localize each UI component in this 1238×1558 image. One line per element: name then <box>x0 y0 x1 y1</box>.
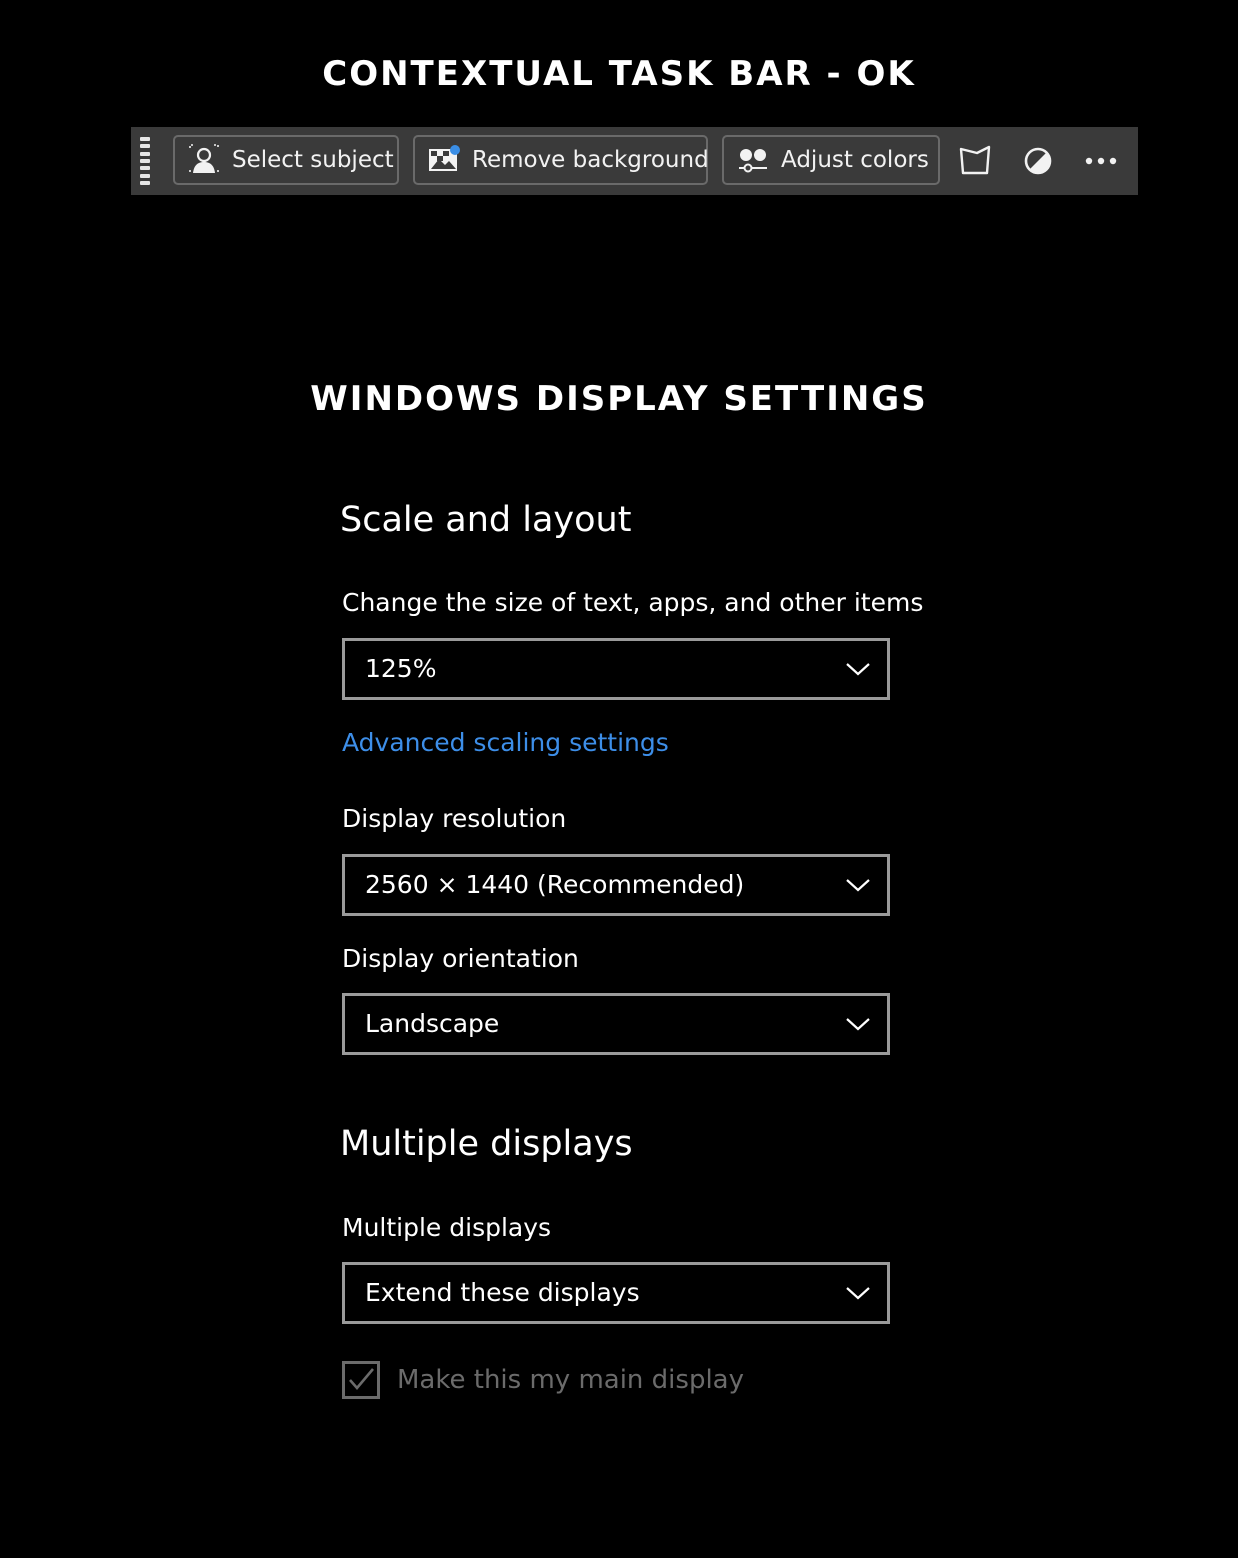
resolution-dropdown[interactable]: 2560 × 1440 (Recommended) <box>342 854 890 916</box>
multiple-displays-label: Multiple displays <box>342 1213 552 1242</box>
select-subject-label: Select subject <box>232 147 394 173</box>
scale-dropdown[interactable]: 125% <box>342 638 890 700</box>
adjust-colors-label: Adjust colors <box>781 147 929 173</box>
remove-background-button[interactable]: Remove background <box>413 135 709 185</box>
display-orientation-label: Display orientation <box>342 944 579 973</box>
orientation-value: Landscape <box>365 1009 500 1038</box>
transform-button[interactable] <box>955 141 995 181</box>
scale-value: 125% <box>365 654 437 683</box>
chevron-down-icon <box>846 1018 870 1031</box>
main-display-checkbox[interactable] <box>342 1361 380 1399</box>
advanced-scaling-link[interactable]: Advanced scaling settings <box>342 728 669 757</box>
adjust-colors-icon <box>736 144 770 176</box>
multiple-displays-value: Extend these displays <box>365 1278 640 1307</box>
multiple-displays-title: Multiple displays <box>340 1124 633 1164</box>
select-subject-button[interactable]: Select subject <box>173 135 399 185</box>
transform-icon <box>959 145 991 175</box>
chevron-down-icon <box>846 879 870 892</box>
checkmark-icon <box>349 1368 374 1390</box>
image-remove-background-icon <box>427 144 461 176</box>
person-select-icon <box>187 144 221 176</box>
multiple-displays-dropdown[interactable]: Extend these displays <box>342 1262 890 1324</box>
text-size-label: Change the size of text, apps, and other… <box>342 588 924 617</box>
chevron-down-icon <box>846 663 870 676</box>
taskbar-section-heading: CONTEXTUAL TASK BAR - OK <box>322 54 916 94</box>
more-icon <box>1085 157 1117 165</box>
chevron-down-icon <box>846 1287 870 1300</box>
main-display-checkbox-row: Make this my main display <box>342 1360 744 1400</box>
display-resolution-label: Display resolution <box>342 804 567 833</box>
resolution-value: 2560 × 1440 (Recommended) <box>365 870 745 899</box>
remove-background-label: Remove background <box>472 147 709 173</box>
main-display-checkbox-label: Make this my main display <box>397 1365 744 1395</box>
adjust-colors-button[interactable]: Adjust colors <box>722 135 940 185</box>
scale-and-layout-title: Scale and layout <box>340 500 632 540</box>
drag-handle-icon[interactable] <box>140 137 150 185</box>
display-settings-section-heading: WINDOWS DISPLAY SETTINGS <box>310 379 928 419</box>
orientation-dropdown[interactable]: Landscape <box>342 993 890 1055</box>
contextual-task-bar: Select subject Remove background Adjust <box>131 127 1138 195</box>
contrast-button[interactable] <box>1018 141 1058 181</box>
more-options-button[interactable] <box>1081 141 1121 181</box>
contrast-icon <box>1024 147 1052 175</box>
